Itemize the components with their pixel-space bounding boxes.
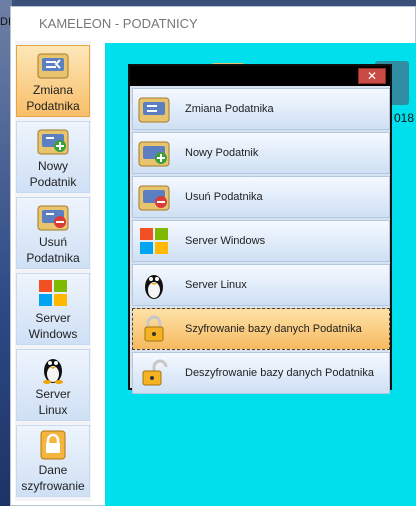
taxpayer-switch-icon — [138, 97, 170, 123]
sidebar-item-server-linux[interactable]: Server Linux — [16, 349, 90, 421]
taxpayer-add-icon — [37, 129, 69, 155]
window-titlebar: KAMELEON - PODATNICY — [11, 7, 415, 39]
sidebar-item-label: Server Linux — [35, 387, 71, 417]
popup-titlebar: ✕ — [130, 66, 390, 86]
windows-icon — [140, 228, 168, 254]
menu-item-nowy-podatnik[interactable]: Nowy Podatnik — [132, 132, 390, 174]
menu-item-label: Deszyfrowanie bazy danych Podatnika — [185, 367, 374, 379]
sidebar-item-label: Zmiana Podatnika — [26, 83, 80, 113]
taxpayer-remove-icon — [37, 205, 69, 231]
sidebar-item-zmiana-podatnika[interactable]: Zmiana Podatnika — [16, 45, 90, 117]
sidebar: Zmiana Podatnika Nowy Podatnik Usuń Poda… — [15, 41, 91, 501]
taxpayer-add-icon — [138, 141, 170, 167]
sidebar-item-dane-szyfrowanie[interactable]: Dane szyfrowanie — [16, 425, 90, 497]
menu-item-deszyfrowanie[interactable]: Deszyfrowanie bazy danych Podatnika — [132, 352, 390, 394]
sidebar-item-label: Server Windows — [28, 311, 78, 341]
sidebar-item-server-windows[interactable]: Server Windows — [16, 273, 90, 345]
lock-icon — [40, 430, 66, 460]
menu-item-label: Szyfrowanie bazy danych Podatnika — [185, 323, 362, 335]
taxpayer-switch-icon — [37, 53, 69, 79]
sidebar-item-label: Dane szyfrowanie — [21, 463, 85, 493]
sidebar-item-nowy-podatnik[interactable]: Nowy Podatnik — [16, 121, 90, 193]
lock-icon — [144, 315, 164, 342]
menu-item-zmiana-podatnika[interactable]: Zmiana Podatnika — [132, 88, 390, 130]
menu-item-label: Nowy Podatnik — [185, 147, 259, 159]
menu-item-label: Zmiana Podatnika — [185, 103, 274, 115]
background-icon-label: 018 — [394, 111, 415, 125]
linux-penguin-icon — [43, 359, 63, 384]
sidebar-item-usun-podatnika[interactable]: Usuń Podatnika — [16, 197, 90, 269]
windows-icon — [39, 280, 67, 306]
window-title: KAMELEON - PODATNICY — [39, 15, 198, 31]
close-button[interactable]: ✕ — [358, 68, 386, 84]
taxpayer-remove-icon — [138, 185, 170, 211]
menu-item-server-linux[interactable]: Server Linux — [132, 264, 390, 306]
unlock-icon — [142, 359, 168, 386]
menu-item-server-windows[interactable]: Server Windows — [132, 220, 390, 262]
menu-item-label: Usuń Podatnika — [185, 191, 263, 203]
menu-item-label: Server Linux — [185, 279, 247, 291]
sidebar-item-label: Usuń Podatnika — [26, 235, 80, 265]
menu-item-szyfrowanie[interactable]: Szyfrowanie bazy danych Podatnika — [132, 308, 390, 350]
menu-item-usun-podatnika[interactable]: Usuń Podatnika — [132, 176, 390, 218]
linux-penguin-icon — [145, 275, 163, 299]
popup-menu: ✕ Zmiana Podatnika Nowy Podatnik Usuń Po… — [128, 64, 392, 394]
popup-menu-list: Zmiana Podatnika Nowy Podatnik Usuń Poda… — [132, 88, 390, 396]
sidebar-item-label: Nowy Podatnik — [29, 159, 77, 189]
menu-item-label: Server Windows — [185, 235, 266, 247]
